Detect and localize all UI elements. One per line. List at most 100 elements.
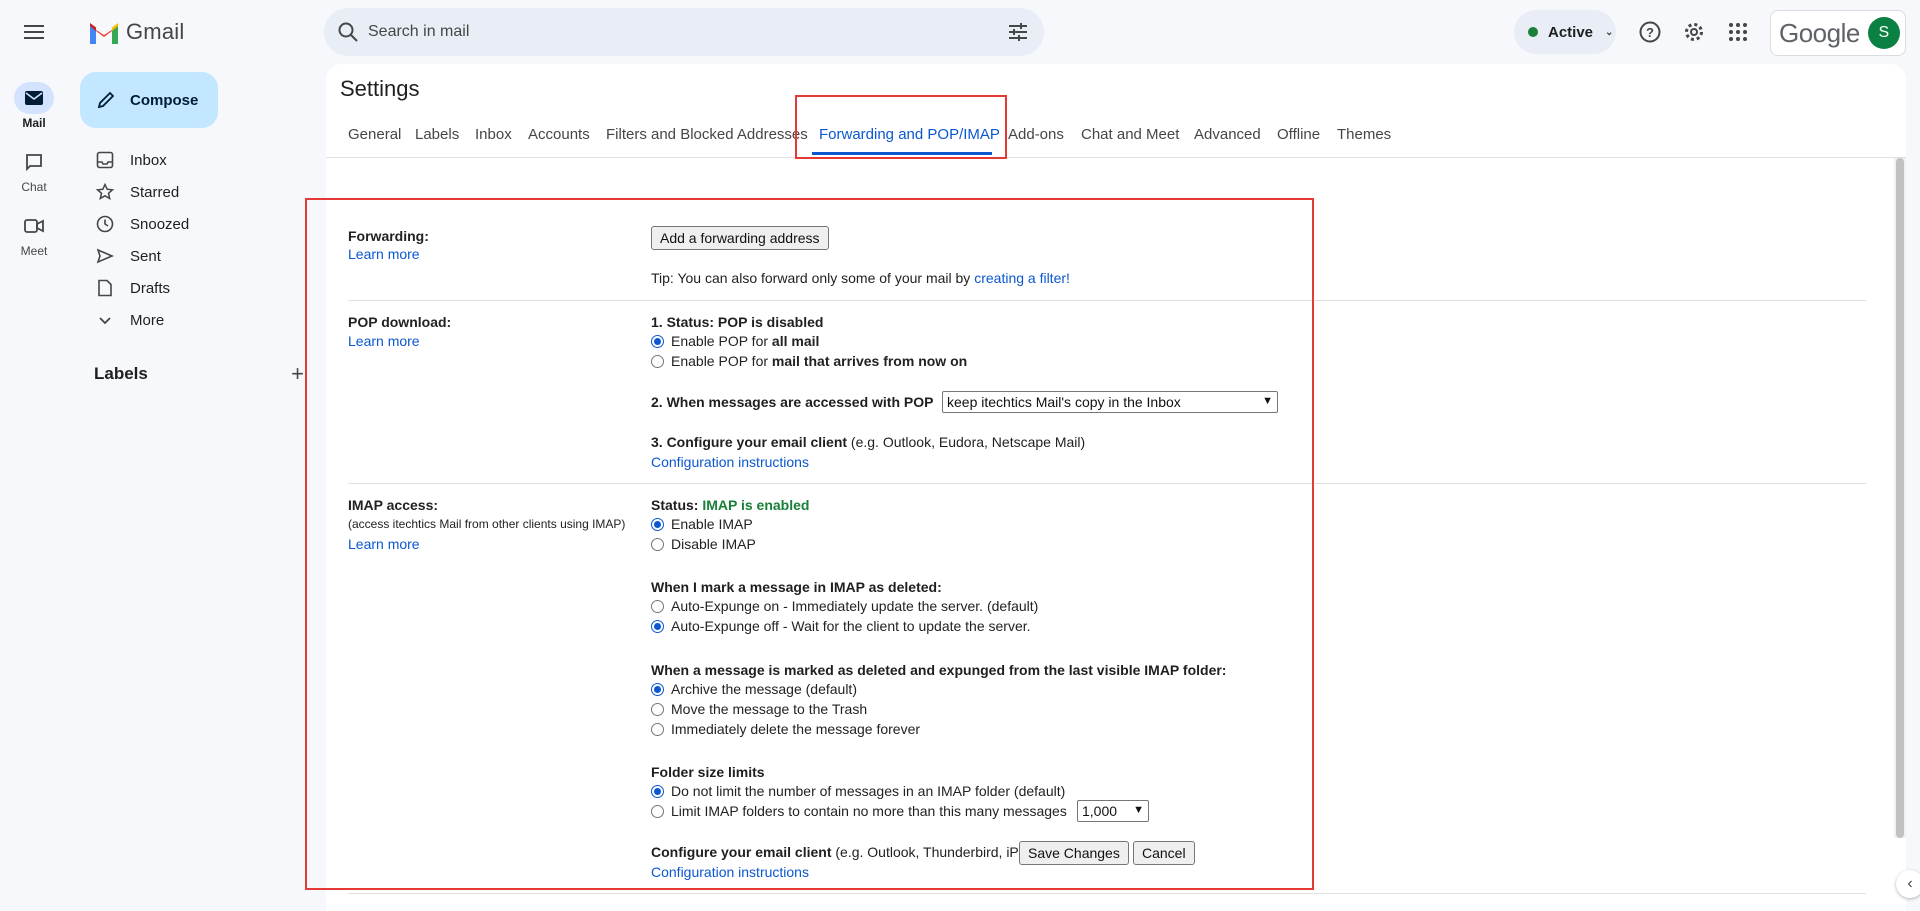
chevron-down-icon: ⌄ [1605, 26, 1614, 38]
tab-general[interactable]: General [348, 116, 401, 158]
pencil-icon [97, 91, 115, 109]
search-icon[interactable] [336, 20, 360, 44]
compose-label: Compose [130, 91, 199, 109]
help-icon[interactable]: ? [1636, 18, 1664, 46]
tab-chat-and-meet[interactable]: Chat and Meet [1081, 116, 1179, 158]
forwarding-tip: Tip: You can also forward only some of y… [651, 270, 1070, 286]
creating-filter-link[interactable]: creating a filter! [974, 270, 1070, 286]
no-limit-option[interactable]: Do not limit the number of messages in a… [651, 781, 1065, 801]
mail-icon [14, 82, 54, 114]
option-label: Archive the message (default) [671, 681, 857, 697]
chevron-down-icon [99, 317, 111, 325]
compose-button[interactable]: Compose [80, 72, 218, 128]
delete-forever-option[interactable]: Immediately delete the message forever [651, 719, 920, 739]
account-switcher[interactable]: Google S [1770, 10, 1906, 56]
cancel-button[interactable]: Cancel [1133, 841, 1195, 865]
rail-item-chat[interactable]: Chat [0, 146, 68, 202]
auto-expunge-on-option[interactable]: Auto-Expunge on - Immediately update the… [651, 596, 1038, 616]
meet-icon [14, 210, 54, 242]
save-changes-button[interactable]: Save Changes [1019, 841, 1129, 865]
tab-advanced[interactable]: Advanced [1194, 116, 1261, 158]
radio-button[interactable] [651, 537, 664, 551]
status-selector[interactable]: Active ⌄ [1514, 10, 1616, 54]
tab-filters[interactable]: Filters and Blocked Addresses [606, 116, 808, 158]
forwarding-learn-more-link[interactable]: Learn more [348, 246, 420, 262]
auto-expunge-off-option[interactable]: Auto-Expunge off - Wait for the client t… [651, 616, 1031, 636]
search-input[interactable] [368, 8, 968, 56]
nav-label: Starred [130, 183, 180, 201]
enable-imap-option[interactable]: Enable IMAP [651, 514, 753, 534]
status-label: Active [1548, 23, 1594, 41]
rail-item-meet[interactable]: Meet [0, 210, 68, 266]
tab-themes[interactable]: Themes [1337, 116, 1391, 158]
imap-status: Status: IMAP is enabled [651, 497, 810, 513]
pop-new-mail-option[interactable]: Enable POP for mail that arrives from no… [651, 351, 967, 371]
pop-action-select[interactable]: keep itechtics Mail's copy in the Inbox … [942, 391, 1278, 413]
disable-imap-option[interactable]: Disable IMAP [651, 534, 756, 554]
radio-button[interactable] [651, 722, 664, 736]
star-icon [96, 183, 114, 201]
vertical-scrollbar[interactable] [1894, 158, 1906, 838]
nav-item-more[interactable]: More [80, 304, 300, 336]
gmail-logo[interactable]: Gmail [88, 16, 184, 48]
tab-offline[interactable]: Offline [1277, 116, 1320, 158]
move-to-trash-option[interactable]: Move the message to the Trash [651, 699, 867, 719]
tab-accounts[interactable]: Accounts [528, 116, 590, 158]
folder-limit-select[interactable]: 1,000 ▼ [1077, 800, 1149, 822]
add-forwarding-address-button[interactable]: Add a forwarding address [651, 226, 829, 250]
chevron-left-icon[interactable]: ‹ [1896, 870, 1920, 898]
nav-item-starred[interactable]: Starred [80, 176, 300, 208]
gmail-m-icon [90, 23, 118, 44]
radio-button[interactable] [651, 682, 664, 696]
pop-status-heading: 1. Status: POP is disabled [651, 314, 824, 330]
imap-deleted-heading: When I mark a message in IMAP as deleted… [651, 579, 942, 595]
settings-tabs: General Labels Inbox Accounts Filters an… [326, 116, 1906, 158]
pop-learn-more-link[interactable]: Learn more [348, 333, 420, 349]
radio-button[interactable] [651, 804, 664, 818]
main-menu-icon[interactable] [18, 16, 50, 48]
radio-button[interactable] [651, 784, 664, 798]
pop-when-heading: 2. When messages are accessed with POP [651, 394, 934, 410]
svg-text:?: ? [1646, 25, 1654, 40]
app-name: Gmail [126, 19, 185, 44]
clock-icon [96, 215, 114, 233]
nav-item-snoozed[interactable]: Snoozed [80, 208, 300, 240]
pop-config-instructions-link[interactable]: Configuration instructions [651, 454, 809, 470]
search-bar[interactable] [324, 8, 1044, 56]
chat-icon [14, 146, 54, 178]
limit-folders-option[interactable]: Limit IMAP folders to contain no more th… [651, 801, 1067, 821]
radio-button[interactable] [651, 619, 664, 633]
section-divider [348, 483, 1866, 484]
tab-labels[interactable]: Labels [415, 116, 459, 158]
tab-inbox[interactable]: Inbox [475, 116, 512, 158]
gear-icon[interactable] [1680, 18, 1708, 46]
rail-label: Mail [22, 116, 46, 130]
avatar[interactable]: S [1867, 17, 1900, 49]
search-options-icon[interactable] [1006, 20, 1030, 44]
pop-config-heading: 3. Configure your email client (e.g. Out… [651, 434, 1086, 450]
imap-config-instructions-link[interactable]: Configuration instructions [651, 864, 809, 880]
option-label: Enable POP for all mail [671, 333, 820, 349]
nav-item-inbox[interactable]: Inbox [80, 144, 300, 176]
chevron-down-icon: ▼ [1133, 804, 1144, 816]
imap-config-heading: Configure your email client (e.g. Outloo… [651, 844, 1055, 860]
option-label: Limit IMAP folders to contain no more th… [671, 803, 1067, 819]
radio-button[interactable] [651, 702, 664, 716]
pop-all-mail-option[interactable]: Enable POP for all mail [651, 331, 819, 351]
imap-learn-more-link[interactable]: Learn more [348, 536, 420, 552]
scrollbar-thumb[interactable] [1896, 158, 1904, 838]
nav-label: Sent [130, 247, 161, 265]
nav-item-sent[interactable]: Sent [80, 240, 300, 272]
archive-message-option[interactable]: Archive the message (default) [651, 679, 857, 699]
pop-download-label: POP download: [348, 314, 452, 330]
nav-item-drafts[interactable]: Drafts [80, 272, 300, 304]
radio-button[interactable] [651, 354, 664, 368]
rail-label: Meet [20, 244, 48, 258]
add-label-icon[interactable]: + [291, 361, 304, 387]
radio-button[interactable] [651, 517, 664, 531]
apps-grid-icon[interactable] [1724, 18, 1752, 46]
radio-button[interactable] [651, 334, 664, 348]
rail-item-mail[interactable]: Mail [0, 82, 68, 138]
radio-button[interactable] [651, 599, 664, 613]
tab-add-ons[interactable]: Add-ons [1008, 116, 1064, 158]
